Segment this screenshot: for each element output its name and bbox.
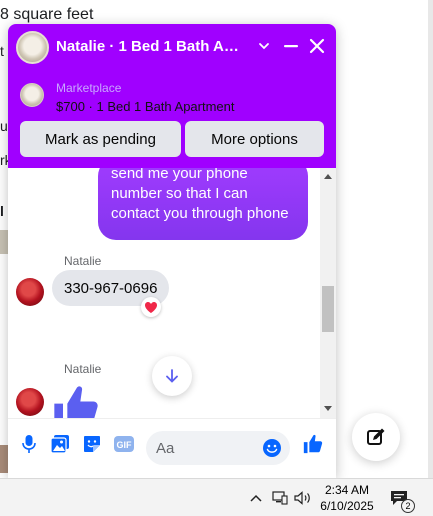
sender-name: Natalie [64,362,102,376]
background-scrollbar[interactable] [428,0,433,478]
taskbar: 2:34 AM 6/10/2025 2 [0,478,433,516]
background-fragment: l [0,203,4,219]
scroll-down-arrow-icon[interactable] [324,406,332,411]
mark-as-pending-button[interactable]: Mark as pending [20,121,181,157]
thumbs-up-send-icon[interactable] [301,432,325,456]
sender-avatar[interactable] [16,388,44,416]
sender-name: Natalie [64,254,102,268]
heart-reaction-icon[interactable] [141,297,161,317]
message-line: number so that I can [111,185,248,202]
listing-avatar[interactable] [16,31,49,64]
compose-icon [367,428,385,445]
notification-count-badge: 2 [401,499,415,513]
clock-time: 2:34 AM [324,483,370,497]
message-line: contact you through phone [111,205,289,222]
message-composer: GIF [8,418,336,478]
network-icon[interactable] [271,489,289,507]
more-options-button[interactable]: More options [185,121,324,157]
chat-window: Natalie · 1 Bed 1 Bath Apartment Marketp… [8,24,336,478]
message-input-wrapper[interactable] [146,431,290,465]
system-clock[interactable]: 2:34 AM 6/10/2025 [314,482,380,514]
background-image-strip [0,445,8,473]
outgoing-message: send me your phone number so that I can … [98,168,308,240]
chat-header: Natalie · 1 Bed 1 Bath Apartment Marketp… [8,24,336,168]
close-icon[interactable] [305,34,329,58]
background-image-strip [0,230,8,254]
photo-icon[interactable] [49,433,71,455]
scroll-down-button[interactable] [152,356,192,396]
chat-title[interactable]: Natalie · 1 Bed 1 Bath Apartment [56,38,246,55]
svg-text:GIF: GIF [117,440,133,450]
thumbs-up-sticker-icon [50,382,102,418]
sender-avatar[interactable] [16,278,44,306]
message-list: send me your phone number so that I can … [8,168,336,418]
minimize-icon[interactable] [279,34,303,58]
background-fragment: t [0,43,4,59]
chevron-down-icon[interactable] [252,34,276,58]
marketplace-label: Marketplace [56,81,122,95]
message-input[interactable] [156,438,256,458]
message-line: send me your phone [111,168,248,182]
new-message-button[interactable] [352,413,400,461]
scroll-thumb[interactable] [322,286,334,332]
clock-date: 6/10/2025 [320,499,374,513]
sticker-icon[interactable] [81,433,103,455]
background-listing-size: 8 square feet [0,6,94,23]
emoji-icon[interactable] [262,438,282,458]
microphone-icon[interactable] [18,433,40,455]
message-scrollbar[interactable] [320,168,336,418]
volume-icon[interactable] [294,489,312,507]
gif-icon[interactable]: GIF [113,433,135,455]
listing-summary[interactable]: $700 · 1 Bed 1 Bath Apartment [56,99,235,114]
scroll-up-arrow-icon[interactable] [324,174,332,179]
chevron-up-icon[interactable] [247,489,265,507]
background-fragment: u [0,118,8,134]
listing-thumbnail[interactable] [20,83,44,107]
